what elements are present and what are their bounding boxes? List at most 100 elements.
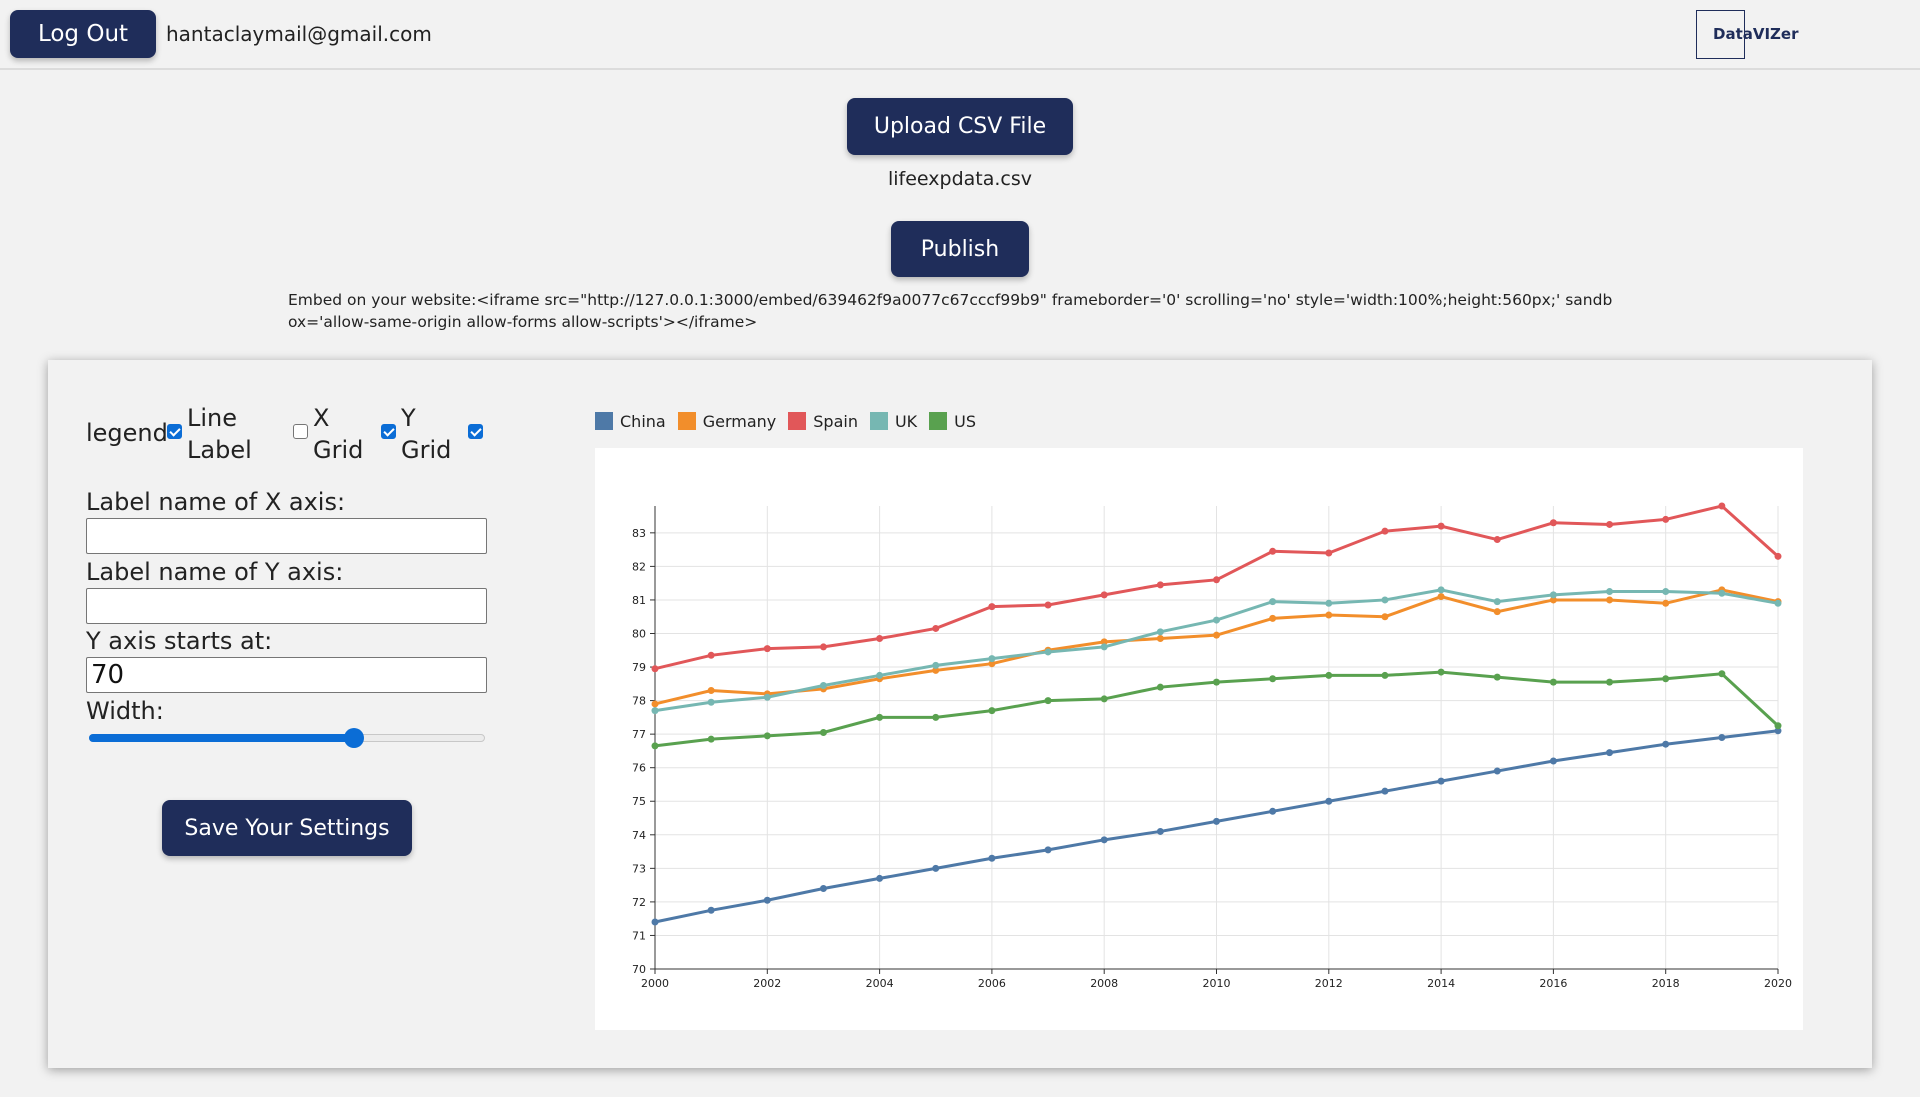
data-point-us	[932, 713, 940, 721]
data-point-spain	[1100, 591, 1108, 599]
x-grid-option-line1: X	[313, 404, 330, 432]
data-point-spain	[707, 651, 715, 659]
legend-checkbox[interactable]	[167, 424, 182, 439]
data-point-spain	[988, 603, 996, 611]
data-point-china	[1549, 757, 1557, 765]
y-tick-label: 72	[632, 896, 646, 909]
data-point-china	[1381, 787, 1389, 795]
data-point-germany	[1325, 611, 1333, 619]
legend-label: Germany	[702, 411, 777, 431]
y-axis-label-caption: Label name of Y axis:	[86, 558, 344, 586]
line-label-checkbox[interactable]	[293, 424, 308, 439]
data-point-us	[1156, 683, 1164, 691]
save-settings-button[interactable]: Save Your Settings	[162, 800, 412, 856]
x-tick-label: 2012	[1315, 977, 1343, 990]
y-tick-label: 71	[632, 929, 646, 942]
data-point-uk	[1044, 648, 1052, 656]
data-point-spain	[1437, 522, 1445, 530]
x-axis-label-input[interactable]	[86, 518, 487, 554]
legend-swatch	[869, 412, 888, 430]
data-point-germany	[1437, 593, 1445, 601]
x-grid-checkbox[interactable]	[381, 424, 396, 439]
data-point-us	[1044, 697, 1052, 705]
data-point-us	[1493, 673, 1501, 681]
y-tick-label: 80	[632, 627, 646, 640]
y-tick-label: 77	[632, 728, 646, 741]
legend-item-china: China	[595, 412, 666, 431]
data-point-spain	[1325, 549, 1333, 557]
data-point-uk	[876, 671, 884, 679]
data-point-us	[651, 742, 659, 750]
x-tick-label: 2010	[1203, 977, 1231, 990]
x-tick-label: 2008	[1090, 977, 1118, 990]
publish-button[interactable]: Publish	[891, 221, 1029, 277]
data-point-spain	[1269, 547, 1277, 555]
data-point-spain	[932, 624, 940, 632]
data-point-spain	[763, 645, 771, 653]
legend-item-spain: Spain	[788, 412, 858, 431]
data-point-us	[988, 707, 996, 715]
x-axis-label-caption: Label name of X axis:	[86, 488, 346, 516]
x-grid-option-line2: Grid	[313, 436, 364, 464]
x-tick-label: 2006	[978, 977, 1006, 990]
data-point-china	[988, 854, 996, 862]
embed-code-text: Embed on your website:<iframe src="http:…	[288, 291, 1613, 331]
data-point-spain	[1213, 576, 1220, 584]
y-axis-label-input[interactable]	[86, 588, 487, 624]
data-point-uk	[707, 698, 715, 706]
legend-swatch	[595, 412, 613, 430]
y-grid-checkbox[interactable]	[468, 424, 483, 439]
data-point-uk	[819, 681, 827, 689]
data-point-uk	[988, 655, 996, 663]
legend-swatch	[677, 412, 696, 430]
data-point-spain	[651, 665, 659, 673]
data-point-spain	[1044, 601, 1052, 609]
data-point-spain	[1156, 581, 1164, 589]
data-point-uk	[1718, 589, 1726, 597]
data-point-china	[707, 906, 715, 914]
data-point-us	[1269, 675, 1277, 683]
data-point-uk	[1325, 599, 1333, 607]
data-point-spain	[1381, 527, 1389, 535]
data-point-china	[1325, 797, 1333, 805]
logout-button[interactable]: Log Out	[10, 10, 156, 58]
y-tick-label: 82	[632, 560, 646, 573]
y-tick-label: 81	[632, 594, 646, 607]
data-point-uk	[1100, 643, 1108, 651]
data-point-china	[819, 884, 827, 892]
y-tick-label: 74	[632, 829, 646, 842]
data-point-germany	[651, 700, 659, 708]
data-point-china	[651, 918, 659, 926]
legend-option-label: legend	[86, 419, 168, 447]
x-tick-label: 2020	[1764, 977, 1792, 990]
data-point-uk	[1493, 598, 1501, 606]
data-point-china	[1269, 807, 1277, 815]
data-point-spain	[1718, 502, 1726, 510]
legend-swatch	[788, 412, 807, 430]
width-caption: Width:	[86, 697, 164, 725]
legend-label: Spain	[813, 411, 858, 431]
legend-item-germany: Germany	[677, 411, 777, 431]
line-chart: 70 71 72 73 74 75 76 77 78 79 80 81 82 83 2000 2002 2004…	[632, 502, 1792, 990]
chart-plot-area: 70 71 72 73 74 75 76 77 78 79 80 81 82 83 2000 2002 2004…	[595, 448, 1803, 1030]
x-tick-label: 2002	[753, 977, 781, 990]
data-point-uk	[1774, 599, 1782, 607]
data-point-uk	[1269, 598, 1277, 606]
x-tick-label: 2014	[1427, 977, 1455, 990]
line-label-option-line1: Line	[187, 404, 238, 432]
data-point-us	[1718, 670, 1726, 678]
data-point-uk	[763, 693, 771, 701]
data-point-china	[763, 896, 771, 904]
data-point-uk	[651, 707, 659, 715]
legend-swatch	[929, 412, 948, 430]
upload-csv-button[interactable]: Upload CSV File	[847, 98, 1073, 155]
data-point-germany	[1156, 635, 1164, 643]
data-point-us	[1549, 678, 1557, 686]
x-tick-label: 2016	[1539, 977, 1567, 990]
data-point-germany	[1269, 614, 1277, 622]
y-tick-label: 73	[632, 862, 646, 875]
data-point-us	[763, 732, 771, 740]
data-point-uk	[932, 661, 940, 669]
y-axis-start-input[interactable]	[86, 657, 487, 693]
data-point-us	[1662, 675, 1670, 683]
